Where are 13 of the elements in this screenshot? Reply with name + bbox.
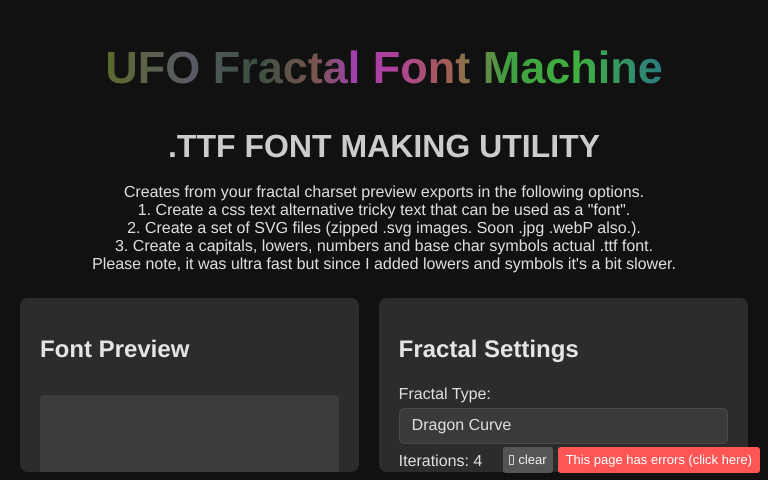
description-line: 1. Create a css text alternative tricky text that can be used as a "font". [138,202,630,219]
description-line: 3. Create a capitals, lowers, numbers and base char symbols actual .ttf font. [114,238,654,255]
description-line: Please note, it was ultra fast but since I added lowers and symbols it's a bit slower. [92,256,676,273]
clear-button[interactable]: clear [503,447,553,472]
panel-title: Font Preview [40,336,190,365]
description-line: Creates from your fractal charset preview exports in the following options. [124,184,644,201]
fractal-type-select[interactable]: Dragon Curve [398,408,728,444]
panel-title: Fractal Settings [398,336,580,365]
clear-icon [509,454,514,465]
iterations-label: Iterations: 4 [398,452,482,471]
page-subtitle: .TTF FONT MAKING UTILITY [167,127,601,166]
field-label: Fractal Type: [398,386,491,404]
description-line: 2. Create a set of SVG files (zipped .svg images. Soon .jpg .webP also.). [127,220,641,237]
